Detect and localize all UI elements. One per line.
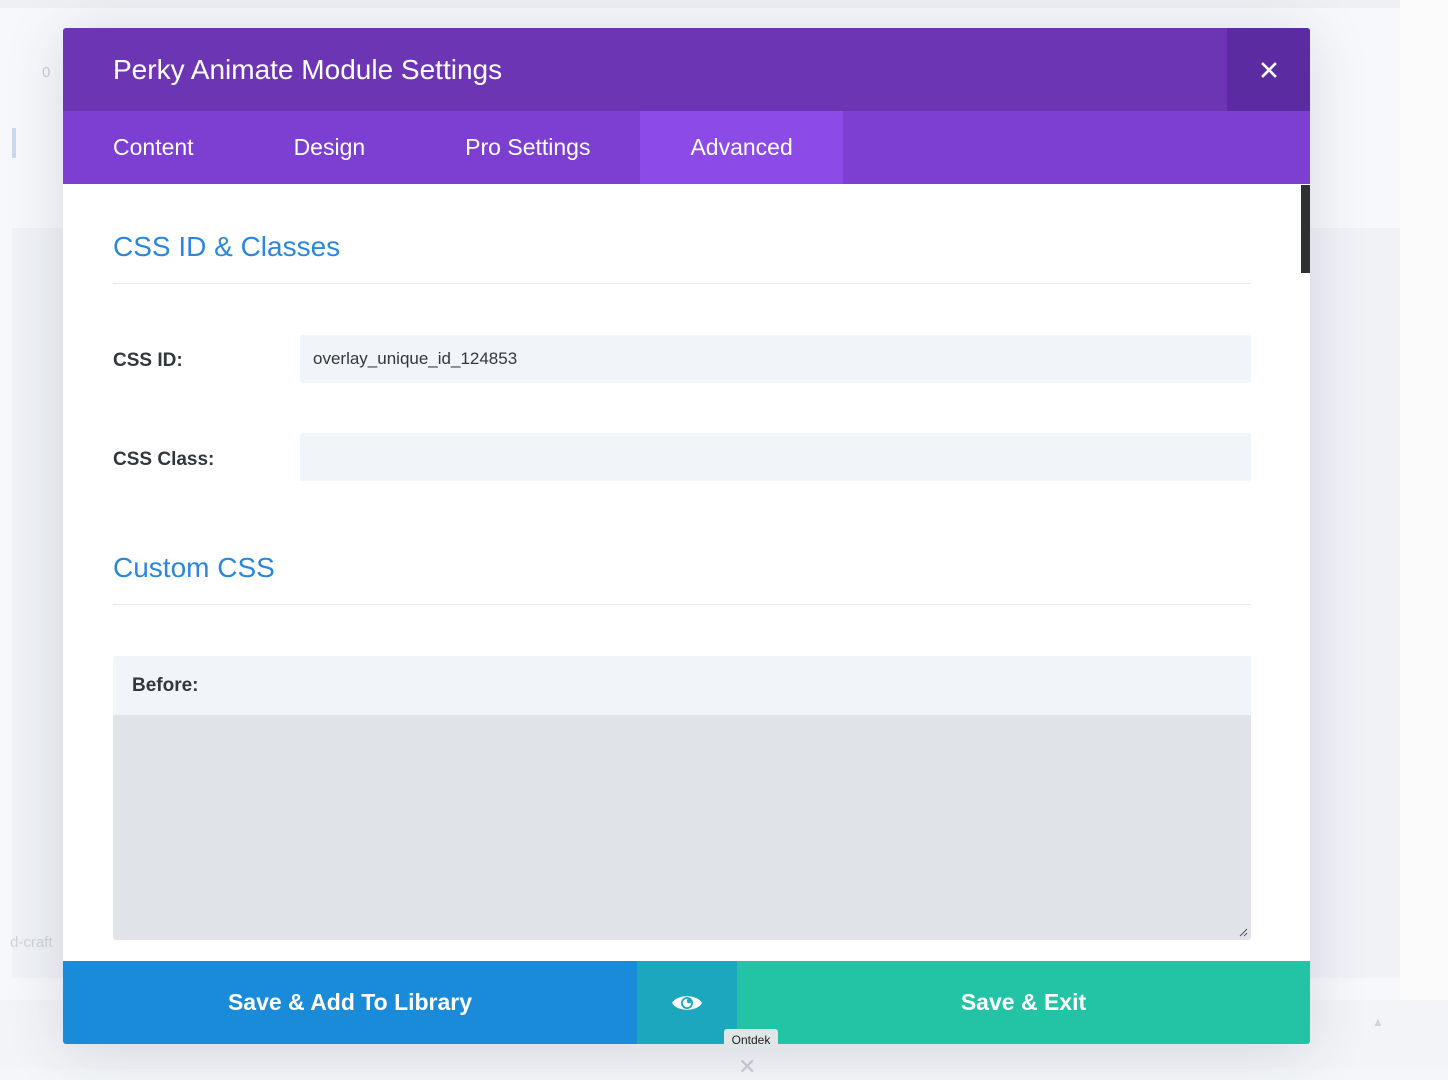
scrollbar-thumb[interactable] — [1301, 185, 1310, 273]
preview-button[interactable] — [637, 961, 737, 1044]
save-add-to-library-button[interactable]: Save & Add To Library — [63, 961, 637, 1044]
tooltip: Ontdek — [724, 1029, 778, 1051]
section-title-custom-css[interactable]: Custom CSS — [113, 552, 275, 584]
section-divider — [113, 283, 1251, 284]
tab-advanced[interactable]: Advanced — [640, 111, 843, 184]
section-divider — [113, 604, 1251, 605]
section-title-css-id-classes[interactable]: CSS ID & Classes — [113, 231, 340, 263]
settings-tabs: Content Design Pro Settings Advanced — [63, 111, 1310, 184]
css-class-field[interactable] — [300, 433, 1251, 481]
css-id-label: CSS ID: — [113, 350, 183, 371]
chevron-up-icon: ▲ — [1372, 1015, 1384, 1029]
background-accent — [12, 128, 16, 158]
before-label: Before: — [113, 656, 1251, 715]
tab-content[interactable]: Content — [63, 111, 244, 184]
background-right-strip — [1400, 0, 1448, 1069]
background-side-text: d-craft — [10, 934, 53, 951]
close-button[interactable] — [1227, 28, 1310, 111]
save-exit-button[interactable]: Save & Exit — [737, 961, 1310, 1044]
eye-icon — [672, 995, 702, 1010]
background-number: 0 — [42, 64, 51, 81]
background-top-bar — [0, 0, 1448, 8]
modal-header: Perky Animate Module Settings — [63, 28, 1310, 111]
css-id-field[interactable] — [300, 335, 1251, 383]
background-close-icon: ✕ — [738, 1054, 757, 1079]
tab-pro-settings[interactable]: Pro Settings — [415, 111, 640, 184]
resize-handle-icon[interactable] — [1238, 927, 1248, 937]
modal-title: Perky Animate Module Settings — [113, 54, 503, 85]
modal-footer: Save & Add To Library Save & Exit — [63, 961, 1310, 1044]
before-css-box: Before: — [113, 656, 1251, 940]
module-settings-modal: Perky Animate Module Settings Content De… — [63, 28, 1310, 1044]
css-class-label: CSS Class: — [113, 449, 215, 470]
close-icon — [1260, 61, 1277, 78]
tab-design[interactable]: Design — [244, 111, 416, 184]
before-css-textarea[interactable] — [113, 715, 1251, 940]
